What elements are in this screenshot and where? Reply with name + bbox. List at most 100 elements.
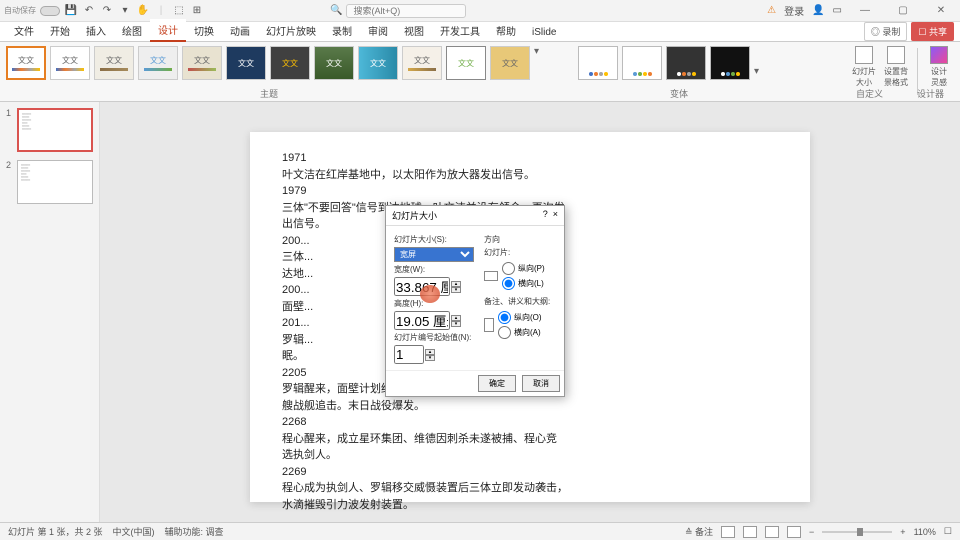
orient-icon-notes bbox=[484, 318, 494, 332]
group-label-custom: 自定义 bbox=[856, 87, 883, 100]
variant-3[interactable] bbox=[666, 46, 706, 80]
slides-portrait-radio[interactable] bbox=[502, 262, 515, 275]
view-slideshow-icon[interactable] bbox=[787, 526, 801, 538]
ribbon-tabs: 文件 开始 插入 绘图 设计 切换 动画 幻灯片放映 录制 审阅 视图 开发工具… bbox=[0, 22, 960, 42]
size-for-select[interactable]: 宽屏 bbox=[394, 247, 474, 262]
tab-transitions[interactable]: 切换 bbox=[186, 20, 222, 41]
number-from-label: 幻灯片编号起始值(N): bbox=[394, 332, 474, 343]
theme-6[interactable]: 文文 bbox=[226, 46, 266, 80]
theme-4[interactable]: 文文 bbox=[138, 46, 178, 80]
search-icon: 🔍 bbox=[330, 5, 342, 16]
zoom-out-icon[interactable]: − bbox=[809, 527, 814, 537]
tab-view[interactable]: 视图 bbox=[396, 20, 432, 41]
notes-landscape-radio[interactable] bbox=[498, 326, 511, 339]
cursor-highlight bbox=[420, 285, 440, 303]
signin-label[interactable]: 登录 bbox=[784, 3, 804, 18]
undo-icon[interactable]: ↶ bbox=[82, 4, 96, 18]
close-button[interactable]: ✕ bbox=[926, 5, 956, 16]
tab-draw[interactable]: 绘图 bbox=[114, 20, 150, 41]
thumbnail-1[interactable]: 1 ━━━━━━━━━━━━━━━━━━━━━━━━━━ bbox=[6, 108, 93, 152]
qat-sep: | bbox=[154, 4, 168, 18]
autosave-switch[interactable] bbox=[40, 6, 60, 16]
view-normal-icon[interactable] bbox=[721, 526, 735, 538]
ribbon-opts-icon[interactable]: ▭ bbox=[833, 5, 842, 16]
dialog-close-icon[interactable]: × bbox=[553, 209, 558, 219]
tab-devtools[interactable]: 开发工具 bbox=[432, 20, 488, 41]
dialog-title: 幻灯片大小 bbox=[392, 209, 437, 222]
num-down[interactable]: ▾ bbox=[425, 355, 435, 361]
width-label: 宽度(W): bbox=[394, 264, 474, 275]
tab-help[interactable]: 帮助 bbox=[488, 20, 524, 41]
warn-icon[interactable]: ⚠ bbox=[767, 5, 776, 16]
height-input[interactable] bbox=[394, 311, 450, 330]
slide-text: 1971 bbox=[282, 150, 778, 167]
theme-7[interactable]: 文文 bbox=[270, 46, 310, 80]
dialog-help-icon[interactable]: ? bbox=[543, 209, 548, 219]
tab-animations[interactable]: 动画 bbox=[222, 20, 258, 41]
theme-2[interactable]: 文文 bbox=[50, 46, 90, 80]
cancel-button[interactable]: 取消 bbox=[522, 375, 560, 392]
autosave-toggle[interactable]: 自动保存 bbox=[4, 4, 36, 18]
status-accessibility[interactable]: 辅助功能: 调查 bbox=[165, 525, 224, 538]
zoom-in-icon[interactable]: + bbox=[900, 527, 905, 537]
width-down[interactable]: ▾ bbox=[451, 287, 461, 293]
variant-more[interactable]: ▾ bbox=[754, 46, 766, 97]
tab-file[interactable]: 文件 bbox=[6, 20, 42, 41]
variant-2[interactable] bbox=[622, 46, 662, 80]
theme-9[interactable]: 文文 bbox=[358, 46, 398, 80]
slides-landscape-radio[interactable] bbox=[502, 277, 515, 290]
variant-1[interactable] bbox=[578, 46, 618, 80]
touch-icon[interactable]: ✋ bbox=[136, 4, 150, 18]
number-from-input[interactable] bbox=[394, 345, 424, 364]
minimize-button[interactable]: — bbox=[850, 5, 880, 16]
height-down[interactable]: ▾ bbox=[451, 321, 461, 327]
tab-design[interactable]: 设计 bbox=[150, 19, 186, 42]
zoom-level[interactable]: 110% bbox=[914, 527, 936, 537]
notes-button[interactable]: ≙ 备注 bbox=[685, 525, 713, 538]
slide-size-dialog: 幻灯片大小 ? × 幻灯片大小(S): 宽屏 宽度(W): ▴▾ 高度(H): … bbox=[385, 205, 565, 397]
theme-12[interactable]: 文文 bbox=[490, 46, 530, 80]
theme-5[interactable]: 文文 bbox=[182, 46, 222, 80]
group-label-variant: 变体 bbox=[670, 87, 688, 100]
tab-record[interactable]: 录制 bbox=[324, 20, 360, 41]
size-for-label: 幻灯片大小(S): bbox=[394, 234, 474, 245]
redo-icon[interactable]: ↷ bbox=[100, 4, 114, 18]
status-language[interactable]: 中文(中国) bbox=[113, 525, 155, 538]
thumbnail-2[interactable]: 2 ━━━━━━━━━━━━━━━━━━━━━━━━━━ bbox=[6, 160, 93, 204]
status-slide-count: 幻灯片 第 1 张，共 2 张 bbox=[8, 525, 103, 538]
search-input[interactable] bbox=[346, 4, 466, 18]
fit-window-icon[interactable]: ☐ bbox=[944, 526, 952, 537]
maximize-button[interactable]: ▢ bbox=[888, 5, 918, 16]
save-icon[interactable]: 💾 bbox=[64, 4, 78, 18]
ok-button[interactable]: 确定 bbox=[478, 375, 516, 392]
theme-11[interactable]: 文文 bbox=[446, 46, 486, 80]
view-reading-icon[interactable] bbox=[765, 526, 779, 538]
theme-8[interactable]: 文文 bbox=[314, 46, 354, 80]
orient-icon-slides bbox=[484, 271, 498, 281]
notes-label: 备注、讲义和大纲: bbox=[484, 296, 556, 307]
format-background-button[interactable]: 设置背 景格式 bbox=[881, 46, 911, 97]
qat-btn2[interactable]: ⊞ bbox=[190, 4, 204, 18]
zoom-slider[interactable] bbox=[822, 531, 892, 533]
group-label-theme: 主题 bbox=[260, 87, 278, 100]
qat-more-icon[interactable]: ▾ bbox=[118, 4, 132, 18]
slides-label: 幻灯片: bbox=[484, 247, 556, 258]
tab-slideshow[interactable]: 幻灯片放映 bbox=[258, 20, 324, 41]
orientation-label: 方向 bbox=[484, 234, 556, 245]
tab-home[interactable]: 开始 bbox=[42, 20, 78, 41]
theme-3[interactable]: 文文 bbox=[94, 46, 134, 80]
share-button[interactable]: ☐ 共享 bbox=[911, 22, 954, 41]
notes-portrait-radio[interactable] bbox=[498, 311, 511, 324]
theme-more[interactable]: ▾ bbox=[534, 46, 546, 57]
theme-10[interactable]: 文文 bbox=[402, 46, 442, 80]
tab-review[interactable]: 审阅 bbox=[360, 20, 396, 41]
slide-thumbnails: 1 ━━━━━━━━━━━━━━━━━━━━━━━━━━ 2 ━━━━━━━━━… bbox=[0, 102, 100, 532]
user-icon[interactable]: 👤 bbox=[812, 5, 824, 16]
theme-1[interactable]: 文文 bbox=[6, 46, 46, 80]
tab-insert[interactable]: 插入 bbox=[78, 20, 114, 41]
tab-islide[interactable]: iSlide bbox=[524, 24, 564, 41]
variant-4[interactable] bbox=[710, 46, 750, 80]
view-sorter-icon[interactable] bbox=[743, 526, 757, 538]
record-button[interactable]: ◎ 录制 bbox=[864, 22, 908, 41]
qat-btn1[interactable]: ⬚ bbox=[172, 4, 186, 18]
